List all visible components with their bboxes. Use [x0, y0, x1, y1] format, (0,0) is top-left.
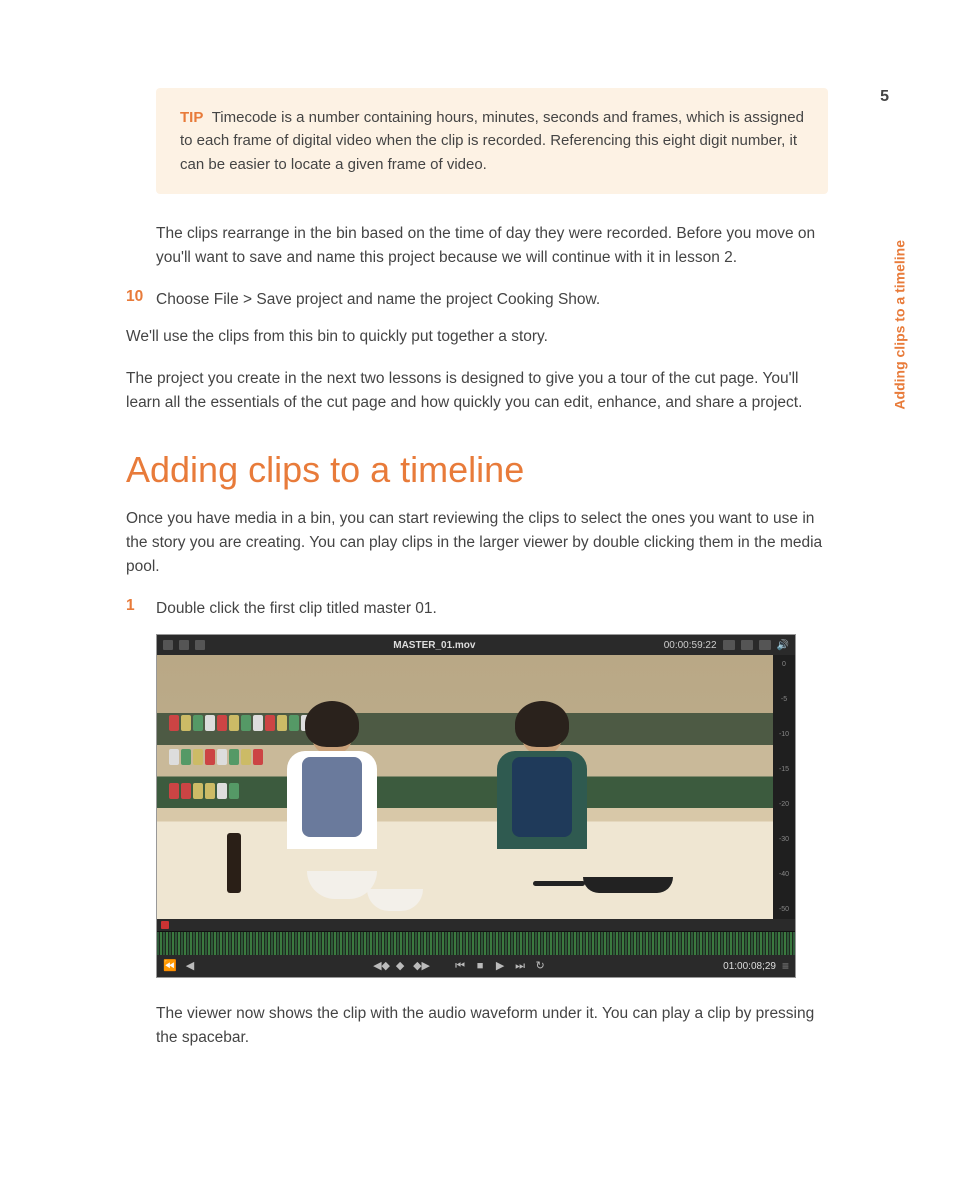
- step-text: Double click the first clip titled maste…: [156, 597, 437, 620]
- meter-tick: -15: [779, 766, 789, 773]
- play-reverse-icon[interactable]: ◀: [183, 961, 197, 972]
- video-editor-screenshot: MASTER_01.mov 00:00:59:22 🔊 0: [156, 634, 796, 978]
- play-icon[interactable]: ▶: [493, 961, 507, 972]
- resize-icon[interactable]: [741, 640, 753, 650]
- paragraph-rearrange: The clips rearrange in the bin based on …: [156, 222, 828, 270]
- meter-tick: -30: [779, 836, 789, 843]
- tip-text: Timecode is a number containing hours, m…: [180, 109, 804, 173]
- tip-callout: TIP Timecode is a number containing hour…: [156, 88, 828, 194]
- step-number: 10: [126, 288, 156, 311]
- view-mode-icon[interactable]: [163, 640, 173, 650]
- page-number: 5: [880, 88, 889, 106]
- section-heading: Adding clips to a timeline: [126, 449, 828, 491]
- meter-tick: -50: [779, 906, 789, 913]
- meter-tick: -5: [781, 696, 787, 703]
- expand-icon[interactable]: [759, 640, 771, 650]
- meter-tick: 0: [782, 661, 786, 668]
- view-mode-icon[interactable]: [195, 640, 205, 650]
- meter-tick: -10: [779, 731, 789, 738]
- audio-meter: 0 -5 -10 -15 -20 -30 -40 -50: [773, 655, 795, 919]
- view-mode-icon[interactable]: [179, 640, 189, 650]
- step-10: 10 Choose File > Save project and name t…: [126, 288, 828, 311]
- transport-bar: ⏪ ◀ ◀◆ ◆ ◆▶ ⏮ ■ ▶ ⏭ ↻ 01:00:08;29 ≡: [157, 955, 795, 977]
- next-edit-icon[interactable]: ◆▶: [413, 961, 427, 972]
- viewer-top-timecode: 00:00:59:22: [664, 640, 717, 651]
- transport-timecode: 01:00:08;29: [723, 961, 776, 972]
- fast-reverse-icon[interactable]: ⏪: [163, 961, 177, 972]
- side-section-label: Adding clips to a timeline: [892, 240, 908, 410]
- paragraph-intro: Once you have media in a bin, you can st…: [126, 507, 828, 579]
- viewer-video-frame[interactable]: [157, 655, 773, 919]
- speaker-icon[interactable]: 🔊: [777, 640, 789, 651]
- marker-row[interactable]: [157, 919, 795, 931]
- stop-icon[interactable]: ■: [473, 961, 487, 972]
- step-1: 1 Double click the first clip titled mas…: [126, 597, 828, 620]
- go-end-icon[interactable]: ⏭: [513, 961, 527, 972]
- options-icon[interactable]: ≡: [782, 959, 789, 973]
- paragraph-viewer: The viewer now shows the clip with the a…: [156, 1002, 828, 1050]
- viewer-top-bar: MASTER_01.mov 00:00:59:22 🔊: [157, 635, 795, 655]
- tip-label: TIP: [180, 109, 203, 126]
- paragraph-use-clips: We'll use the clips from this bin to qui…: [126, 325, 828, 349]
- meter-tick: -40: [779, 871, 789, 878]
- loop-icon[interactable]: ↻: [533, 961, 547, 972]
- audio-waveform[interactable]: [157, 931, 795, 955]
- prev-edit-icon[interactable]: ◀◆: [373, 961, 387, 972]
- step-text: Choose File > Save project and name the …: [156, 288, 600, 311]
- step-number: 1: [126, 597, 156, 620]
- go-start-icon[interactable]: ⏮: [453, 961, 467, 972]
- meter-tick: -20: [779, 801, 789, 808]
- clip-title: MASTER_01.mov: [393, 640, 475, 651]
- tools-icon[interactable]: [723, 640, 735, 650]
- paragraph-tour: The project you create in the next two l…: [126, 367, 828, 415]
- mark-icon[interactable]: ◆: [393, 961, 407, 972]
- in-point-marker[interactable]: [161, 921, 169, 929]
